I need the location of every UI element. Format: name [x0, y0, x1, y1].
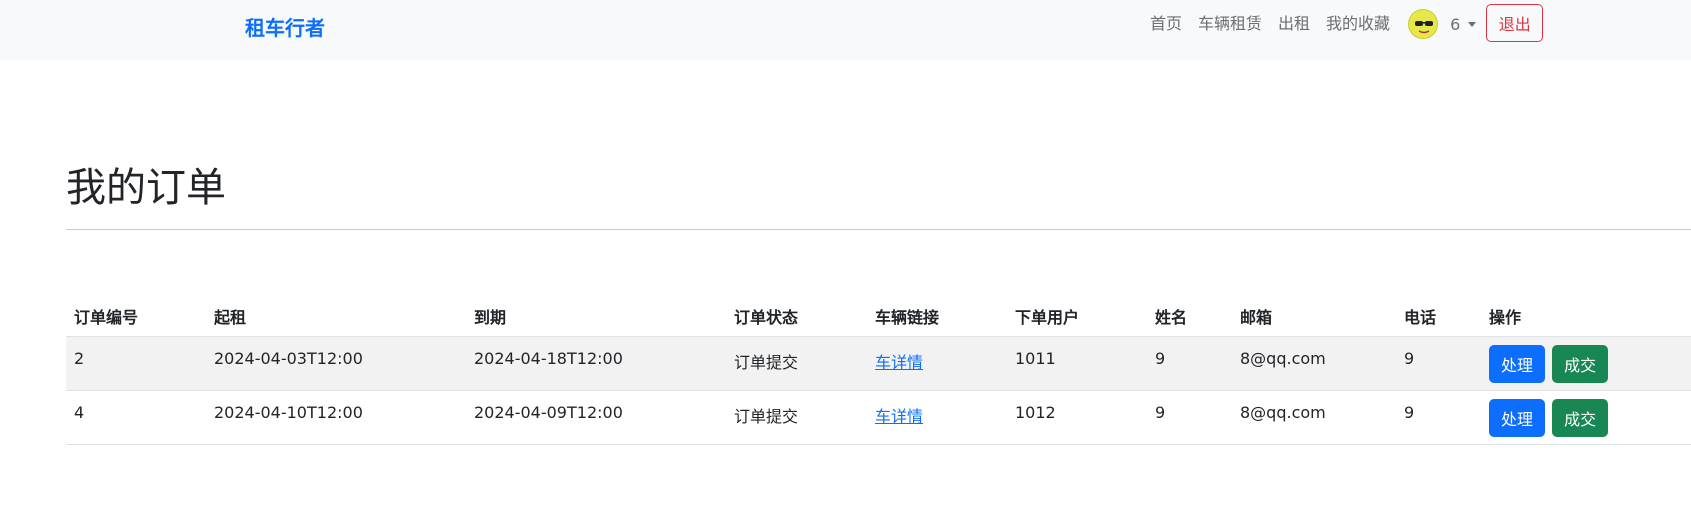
- top-navbar: 租车行者 首页 车辆租赁 出租 我的收藏 6 退出: [0, 0, 1691, 60]
- cell-end: 2024-04-18T12:00: [466, 336, 726, 391]
- deal-button[interactable]: 成交: [1552, 345, 1609, 383]
- car-detail-link[interactable]: 车详情: [875, 407, 923, 426]
- header-start: 起租: [206, 296, 466, 337]
- table-header-row: 订单编号 起租 到期 订单状态 车辆链接 下单用户 姓名 邮箱 电话 操作: [66, 296, 1691, 337]
- sunglasses-face-icon: [1415, 21, 1434, 34]
- cell-status: 订单提交: [726, 390, 867, 445]
- cell-user: 1012: [1007, 390, 1147, 445]
- header-email: 邮箱: [1232, 296, 1396, 337]
- cell-order-id: 4: [66, 390, 206, 445]
- cell-phone: 9: [1396, 390, 1481, 445]
- page-title: 我的订单: [66, 165, 226, 211]
- cell-name: 9: [1147, 390, 1232, 445]
- cell-order-id: 2: [66, 336, 206, 391]
- cell-email: 8@qq.com: [1232, 390, 1396, 445]
- cell-status: 订单提交: [726, 336, 867, 391]
- cell-car-link: 车详情: [867, 390, 1007, 445]
- cell-name: 9: [1147, 336, 1232, 391]
- process-button[interactable]: 处理: [1489, 399, 1546, 437]
- caret-down-icon: [1468, 21, 1477, 27]
- nav-link-favorites[interactable]: 我的收藏: [1326, 14, 1390, 34]
- deal-button[interactable]: 成交: [1552, 399, 1609, 437]
- cell-email: 8@qq.com: [1232, 336, 1396, 391]
- header-order-id: 订单编号: [66, 296, 206, 337]
- orders-table: 订单编号 起租 到期 订单状态 车辆链接 下单用户 姓名 邮箱 电话 操作 2 …: [66, 296, 1691, 445]
- table-row: 4 2024-04-10T12:00 2024-04-09T12:00 订单提交…: [66, 390, 1691, 445]
- cell-actions: 处理 成交: [1481, 336, 1691, 391]
- table-row: 2 2024-04-03T12:00 2024-04-18T12:00 订单提交…: [66, 336, 1691, 391]
- header-phone: 电话: [1396, 296, 1481, 337]
- header-end: 到期: [466, 296, 726, 337]
- brand-logo[interactable]: 租车行者: [245, 15, 325, 41]
- user-menu-toggle[interactable]: 6: [1450, 14, 1477, 34]
- header-car-link: 车辆链接: [867, 296, 1007, 337]
- cell-start: 2024-04-03T12:00: [206, 336, 466, 391]
- nav-links: 首页 车辆租赁 出租 我的收藏 6 退出: [1150, 0, 1544, 48]
- nav-link-home[interactable]: 首页: [1150, 14, 1182, 34]
- user-avatar[interactable]: [1408, 9, 1439, 39]
- nav-link-car-rental[interactable]: 车辆租赁: [1198, 14, 1262, 34]
- header-user: 下单用户: [1007, 296, 1147, 337]
- header-name: 姓名: [1147, 296, 1232, 337]
- title-divider: [66, 229, 1691, 230]
- process-button[interactable]: 处理: [1489, 345, 1546, 383]
- cell-actions: 处理 成交: [1481, 390, 1691, 445]
- cell-car-link: 车详情: [867, 336, 1007, 391]
- nav-link-rent-out[interactable]: 出租: [1278, 14, 1310, 34]
- header-actions: 操作: [1481, 296, 1691, 337]
- cell-end: 2024-04-09T12:00: [466, 390, 726, 445]
- header-status: 订单状态: [726, 296, 867, 337]
- cell-phone: 9: [1396, 336, 1481, 391]
- cell-user: 1011: [1007, 336, 1147, 391]
- cell-start: 2024-04-10T12:00: [206, 390, 466, 445]
- car-detail-link[interactable]: 车详情: [875, 353, 923, 372]
- logout-button[interactable]: 退出: [1486, 4, 1544, 42]
- user-name: 6: [1450, 14, 1461, 34]
